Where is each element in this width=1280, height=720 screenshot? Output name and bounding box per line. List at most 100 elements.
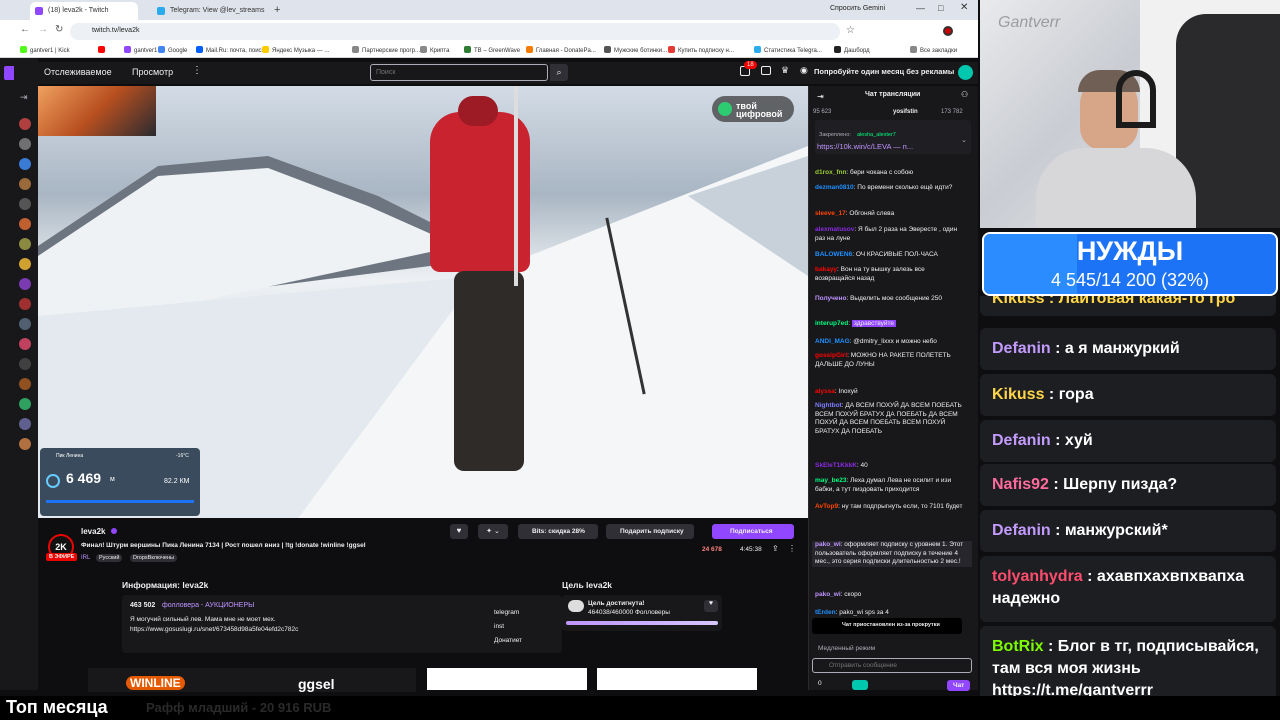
chat-message[interactable]: dezman0810: По времени сколько ещё идти? — [815, 184, 963, 193]
rail-channel-avatar[interactable] — [19, 418, 31, 430]
chat-message[interactable]: pako_wi: оформляет подписку с уровнем 1.… — [812, 541, 972, 567]
chat-username[interactable]: dezman0810 — [815, 184, 854, 191]
rail-channel-avatar[interactable] — [19, 198, 31, 210]
back-icon[interactable]: ← — [20, 24, 30, 35]
bio-link[interactable]: https://www.gosuslugi.ru/snet/673458d98a… — [130, 626, 298, 633]
chat-username[interactable]: bakayy — [815, 266, 837, 273]
browser-tab-twitch[interactable]: (18) leva2k - Twitch — [30, 2, 138, 20]
chat-message[interactable]: ANDI_MAG: @dmitry_lixxx и можно небо — [815, 338, 963, 347]
bookmark-item[interactable]: Партнерские прогр... — [352, 46, 420, 54]
bookmark-item[interactable]: TB – GreenWave — [464, 46, 520, 54]
chat-username[interactable]: SkEleT1KkkK — [815, 462, 857, 469]
rail-channel-avatar[interactable] — [19, 278, 31, 290]
user-avatar[interactable] — [958, 65, 973, 80]
forward-icon[interactable]: → — [38, 24, 48, 35]
follow-heart-icon[interactable]: ♥ — [450, 524, 468, 539]
chat-message[interactable]: SkEleT1KkkK: 40 — [815, 462, 963, 471]
gemini-button[interactable]: Спросить Gemini — [830, 5, 885, 12]
maximize-icon[interactable]: □ — [938, 3, 943, 13]
channel-name[interactable]: leva2k — [81, 527, 105, 536]
chat-paused-banner[interactable]: Чат приостановлен из-за прокрутки — [812, 618, 962, 634]
chat-message[interactable]: interup7ed: здравствуйте — [815, 320, 963, 329]
channel-points[interactable]: 0 — [818, 680, 822, 687]
rail-channel-avatar[interactable] — [19, 238, 31, 250]
chat-username[interactable]: interup7ed — [815, 320, 848, 327]
bookmark-item[interactable]: gantver1 | Kick — [20, 46, 70, 54]
tag-drops[interactable]: DropsВключены — [130, 554, 177, 562]
chat-message[interactable]: BALOWEN6: ОЧ КРАСИВЫЕ ПОЛ-ЧАСА — [815, 251, 963, 260]
chat-message[interactable]: bakayy: Вон на ту вышку залезь все возвр… — [815, 266, 963, 283]
rail-channel-avatar[interactable] — [19, 378, 31, 390]
chat-username[interactable]: may_be23 — [815, 477, 846, 484]
gift-sub-button[interactable]: Подарить подписку — [606, 524, 694, 539]
bookmark-item[interactable]: Купить подписку н... — [668, 46, 734, 54]
panel-banner-2[interactable] — [597, 668, 757, 690]
rail-channel-avatar[interactable] — [19, 318, 31, 330]
rail-channel-avatar[interactable] — [19, 158, 31, 170]
chat-message[interactable]: Получено: Выделить мое сообщение 250 — [815, 295, 963, 304]
prime-icon[interactable]: ◉ — [800, 65, 808, 76]
chat-message[interactable]: gossipGirl: МОЖНО НА РАКЕТЕ ПОЛЕТЕТЬ ДАЛ… — [815, 352, 963, 369]
chat-send-button[interactable]: Чат — [947, 680, 971, 691]
bookmark-item[interactable]: Статистика Telegra... — [754, 46, 822, 54]
share-icon[interactable]: ⇪ — [772, 544, 779, 553]
more-options-icon[interactable]: ⋮ — [788, 544, 796, 553]
ggsel-banner[interactable]: ggsel — [268, 668, 416, 692]
crown-icon[interactable]: ♛ — [781, 65, 789, 76]
bookmark-item[interactable]: Яндекс Музыка — ... — [262, 46, 329, 54]
tag-language[interactable]: Русский — [96, 554, 123, 562]
chat-username[interactable]: Nightbot — [815, 402, 842, 409]
chat-username[interactable]: pako_wi — [815, 591, 841, 598]
bookmark-item[interactable]: gantver1 — [124, 46, 157, 54]
chat-username[interactable]: d1rox_fnn — [815, 169, 846, 176]
chat-message[interactable]: pako_wi: скоро — [815, 591, 963, 600]
notifications-toggle-icon[interactable]: ✦ ⌄ — [478, 524, 508, 539]
chat-username[interactable]: alexmatusov — [815, 226, 854, 233]
bookmark-item[interactable]: Дашборд — [834, 46, 870, 54]
chat-message[interactable]: may_be23: Леха думал Лева не осилит и из… — [815, 477, 963, 494]
chat-input[interactable] — [812, 658, 972, 673]
chat-message[interactable]: alexmatusov: Я был 2 раза на Эвересте , … — [815, 226, 963, 243]
collapse-chat-icon[interactable]: ⇥ — [817, 92, 824, 101]
nav-following[interactable]: Отслеживаемое — [44, 67, 112, 77]
url-field[interactable]: twitch.tv/leva2k — [70, 23, 840, 40]
pinned-link[interactable]: https://10k.win/c/LEVA — п... — [817, 142, 913, 151]
chat-message[interactable]: AvTop9: ну там подпрыгнуть если, то 7101… — [815, 503, 963, 512]
social-donate[interactable]: Донатиет — [494, 637, 522, 644]
chat-username[interactable]: alyssa — [815, 388, 835, 395]
minimize-icon[interactable]: — — [916, 3, 925, 13]
chat-message[interactable]: tErden: pako_wi sps за 4 — [815, 609, 963, 618]
chat-message[interactable]: d1rox_fnn: бери чокана с собою — [815, 169, 963, 178]
chat-username[interactable]: pako_wi — [815, 541, 841, 548]
points-reward-icon[interactable] — [852, 680, 868, 690]
chat-username[interactable]: Получено — [815, 295, 846, 302]
social-instagram[interactable]: inst — [494, 623, 504, 630]
chat-username[interactable]: AvTop9 — [815, 503, 838, 510]
chat-username[interactable]: sleeve_17 — [815, 210, 846, 217]
social-telegram[interactable]: telegram — [494, 609, 519, 616]
stream-category[interactable]: IRL — [81, 555, 90, 561]
rail-channel-avatar[interactable] — [19, 298, 31, 310]
rail-channel-avatar[interactable] — [19, 138, 31, 150]
bookmark-item[interactable] — [98, 46, 108, 54]
profile-avatar[interactable] — [943, 26, 953, 36]
pinned-expand-icon[interactable]: ⌄ — [961, 136, 967, 144]
bookmark-item[interactable]: Google — [158, 46, 187, 54]
nav-browse[interactable]: Просмотр — [132, 67, 173, 77]
panel-banner-1[interactable] — [427, 668, 587, 690]
rail-channel-avatar[interactable] — [19, 438, 31, 450]
chat-username[interactable]: gossipGirl — [815, 352, 847, 359]
goal-heart-button[interactable]: ♥ — [704, 600, 718, 612]
chat-message[interactable]: alyssa: Inoxyй — [815, 388, 963, 397]
prime-trial-text[interactable]: Попробуйте один месяц без рекламы — [814, 67, 954, 76]
chat-username[interactable]: tErden — [815, 609, 836, 616]
bookmark-item[interactable]: Мужские ботинки... — [604, 46, 667, 54]
rail-channel-avatar[interactable] — [19, 358, 31, 370]
rail-channel-avatar[interactable] — [19, 258, 31, 270]
bookmark-item[interactable]: Крипта — [420, 46, 449, 54]
rail-channel-avatar[interactable] — [19, 338, 31, 350]
video-player[interactable]: твой цифровой Пик Ленина -16°C 6 469 м 8… — [38, 86, 808, 518]
bits-button[interactable]: Bits: скидка 28% — [518, 524, 598, 539]
pinned-message[interactable]: Закреплено: alesha_alexter7 https://10k.… — [815, 120, 971, 154]
bookmark-star-icon[interactable]: ☆ — [846, 25, 855, 36]
